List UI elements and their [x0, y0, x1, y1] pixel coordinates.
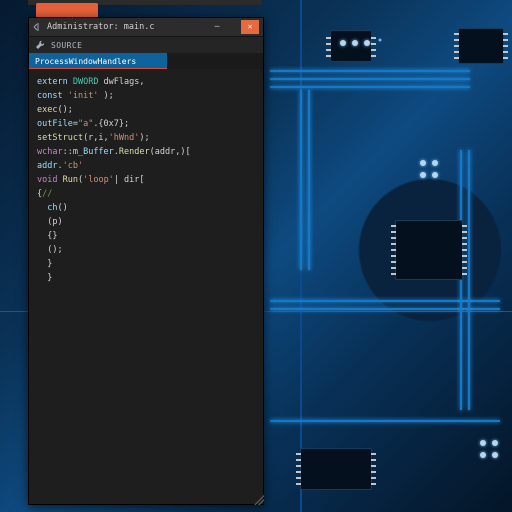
- editor-window: Administrator: main.c ─ ✕ SOURCE Process…: [28, 17, 264, 505]
- code-line: addr.'cb': [37, 159, 255, 173]
- menu-source[interactable]: SOURCE: [51, 41, 82, 50]
- close-button[interactable]: ✕: [241, 20, 259, 34]
- code-line: (p): [37, 215, 255, 229]
- app-icon: [33, 22, 43, 32]
- external-tab[interactable]: [36, 3, 98, 17]
- code-line: extern DWORD dwFlags,: [37, 75, 255, 89]
- file-tab-label: ProcessWindowHandlers: [35, 57, 136, 66]
- tab-strip: ProcessWindowHandlers: [29, 53, 263, 69]
- titlebar[interactable]: Administrator: main.c ─ ✕: [29, 18, 263, 37]
- code-line: wchar::m_Buffer.Render(addr,)[: [37, 145, 255, 159]
- wrench-icon[interactable]: [35, 40, 45, 50]
- code-line: exec();: [37, 103, 255, 117]
- window-title: Administrator: main.c: [47, 22, 209, 32]
- code-line: const 'init' );: [37, 89, 255, 103]
- code-editor[interactable]: extern DWORD dwFlags,const 'init' );exec…: [29, 69, 263, 504]
- code-line: {//: [37, 187, 255, 201]
- code-line: }: [37, 257, 255, 271]
- code-line: ();: [37, 243, 255, 257]
- file-tab-active[interactable]: ProcessWindowHandlers: [29, 53, 167, 69]
- code-line: void Run('loop'| dir[: [37, 173, 255, 187]
- code-line: outFile="a".{0x7};: [37, 117, 255, 131]
- resize-handle[interactable]: [254, 495, 264, 505]
- maximize-button[interactable]: [225, 20, 241, 34]
- code-line: setStruct(r,i,'hWnd');: [37, 131, 255, 145]
- minimize-button[interactable]: ─: [209, 20, 225, 34]
- code-line: {}: [37, 229, 255, 243]
- code-line: ch(): [37, 201, 255, 215]
- toolbar: SOURCE: [29, 37, 263, 53]
- code-line: }: [37, 271, 255, 285]
